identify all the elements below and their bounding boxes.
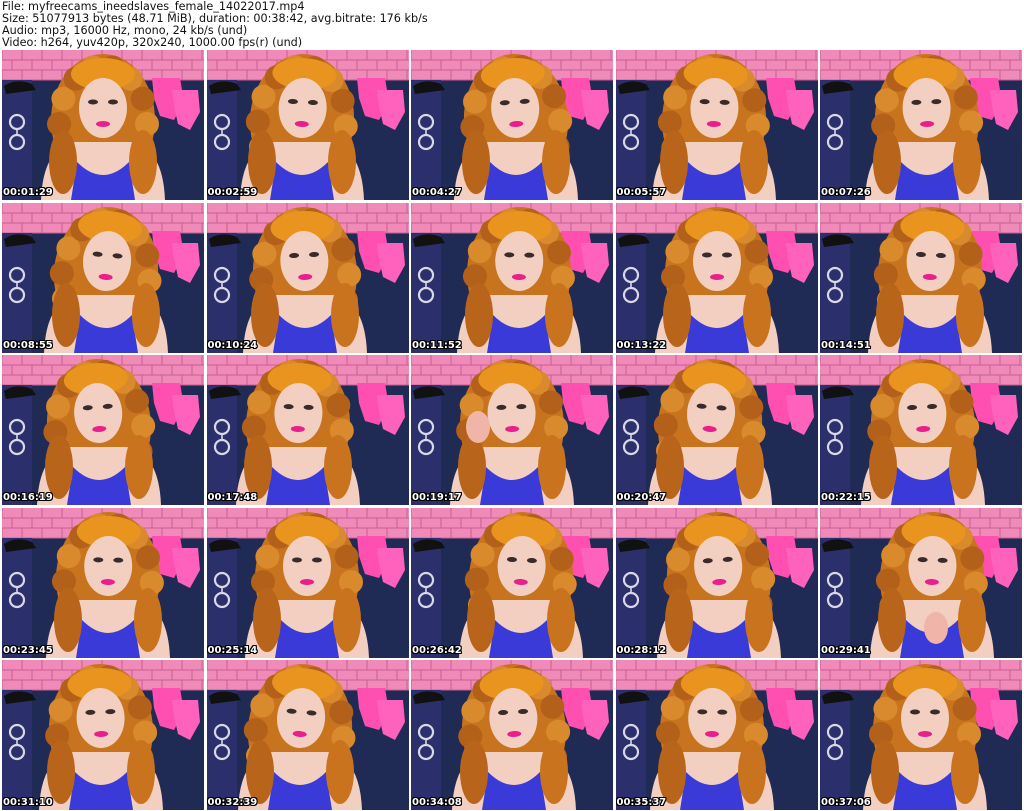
video-thumbnail: 00:14:51	[820, 202, 1022, 353]
thumbnail-timestamp: 00:32:39	[207, 797, 258, 808]
thumbnail-timestamp: 00:19:17	[412, 492, 462, 503]
thumbnail-timestamp: 00:25:14	[207, 644, 258, 656]
video-thumbnail: 00:34:08	[411, 660, 613, 810]
webcam-frame-image	[411, 50, 613, 200]
video-thumbnail: 00:16:19	[2, 355, 204, 505]
thumbnail-timestamp: 00:13:22	[616, 339, 667, 351]
webcam-frame-image	[615, 355, 818, 505]
video-thumbnail: 00:01:29	[2, 50, 204, 200]
video-thumbnail: 00:31:10	[2, 660, 204, 810]
webcam-frame-image	[206, 50, 409, 200]
webcam-frame-image	[2, 660, 204, 810]
video-thumbnail: 00:13:22	[615, 202, 818, 353]
video-info-line: Video: h264, yuv420p, 320x240, 1000.00 f…	[2, 36, 303, 49]
thumbnail-timestamp: 00:37:06	[821, 797, 871, 808]
thumbnail-timestamp: 00:29:41	[821, 644, 871, 656]
webcam-frame-image	[206, 507, 409, 658]
webcam-frame-image	[206, 660, 409, 810]
video-thumbnail: 00:23:45	[2, 507, 204, 658]
thumbnail-timestamp: 00:02:59	[207, 187, 258, 198]
video-thumbnail: 00:22:15	[820, 355, 1022, 505]
webcam-frame-image	[2, 50, 204, 200]
thumbnail-timestamp: 00:05:57	[616, 187, 667, 198]
video-thumbnail: 00:05:57	[615, 50, 818, 200]
webcam-frame-image	[206, 355, 409, 505]
webcam-frame-image	[411, 660, 613, 810]
video-thumbnail: 00:07:26	[820, 50, 1022, 200]
thumbnail-timestamp: 00:22:15	[821, 492, 871, 503]
thumbnail-timestamp: 00:10:24	[207, 339, 258, 351]
thumbnail-timestamp: 00:17:48	[207, 492, 258, 503]
thumbnail-timestamp: 00:07:26	[821, 187, 871, 198]
webcam-frame-image	[820, 355, 1022, 505]
webcam-frame-image	[2, 202, 204, 353]
thumbnail-timestamp: 00:08:55	[3, 339, 53, 351]
video-thumbnail: 00:08:55	[2, 202, 204, 353]
webcam-frame-image	[615, 507, 818, 658]
webcam-frame-image	[2, 355, 204, 505]
video-thumbnail: 00:10:24	[206, 202, 409, 353]
contact-sheet: File: myfreecams_ineedslaves_female_1402…	[0, 0, 1024, 811]
webcam-frame-image	[2, 507, 204, 658]
video-thumbnail: 00:32:39	[206, 660, 409, 810]
thumbnail-timestamp: 00:04:27	[412, 187, 462, 198]
webcam-frame-image	[411, 355, 613, 505]
thumbnail-timestamp: 00:20:47	[616, 492, 667, 503]
video-thumbnail: 00:19:17	[411, 355, 613, 505]
webcam-frame-image	[820, 507, 1022, 658]
webcam-frame-image	[411, 507, 613, 658]
thumbnail-grid: 00:01:29 00:02:59 00:04:27 00:05:57 00:07:26…	[2, 50, 1022, 810]
video-thumbnail: 00:28:12	[615, 507, 818, 658]
thumbnail-timestamp: 00:16:19	[3, 492, 53, 503]
thumbnail-timestamp: 00:28:12	[616, 644, 667, 656]
video-thumbnail: 00:37:06	[820, 660, 1022, 810]
thumbnail-timestamp: 00:01:29	[3, 187, 53, 198]
webcam-frame-image	[206, 202, 409, 353]
webcam-frame-image	[411, 202, 613, 353]
webcam-frame-image	[615, 50, 818, 200]
video-thumbnail: 00:17:48	[206, 355, 409, 505]
thumbnail-timestamp: 00:23:45	[3, 644, 53, 656]
thumbnail-timestamp: 00:31:10	[3, 797, 53, 808]
webcam-frame-image	[820, 202, 1022, 353]
thumbnail-timestamp: 00:35:37	[616, 797, 667, 808]
video-thumbnail: 00:35:37	[615, 660, 818, 810]
video-thumbnail: 00:11:52	[411, 202, 613, 353]
thumbnail-timestamp: 00:26:42	[412, 644, 462, 656]
video-thumbnail: 00:25:14	[206, 507, 409, 658]
webcam-frame-image	[820, 50, 1022, 200]
thumbnail-timestamp: 00:11:52	[412, 339, 462, 351]
webcam-frame-image	[615, 202, 818, 353]
video-thumbnail: 00:02:59	[206, 50, 409, 200]
video-thumbnail: 00:04:27	[411, 50, 613, 200]
thumbnail-timestamp: 00:34:08	[412, 797, 462, 808]
webcam-frame-image	[820, 660, 1022, 810]
file-info-header: File: myfreecams_ineedslaves_female_1402…	[2, 1, 1020, 49]
video-thumbnail: 00:29:41	[820, 507, 1022, 658]
thumbnail-timestamp: 00:14:51	[821, 339, 871, 351]
video-thumbnail: 00:26:42	[411, 507, 613, 658]
video-thumbnail: 00:20:47	[615, 355, 818, 505]
webcam-frame-image	[615, 660, 818, 810]
